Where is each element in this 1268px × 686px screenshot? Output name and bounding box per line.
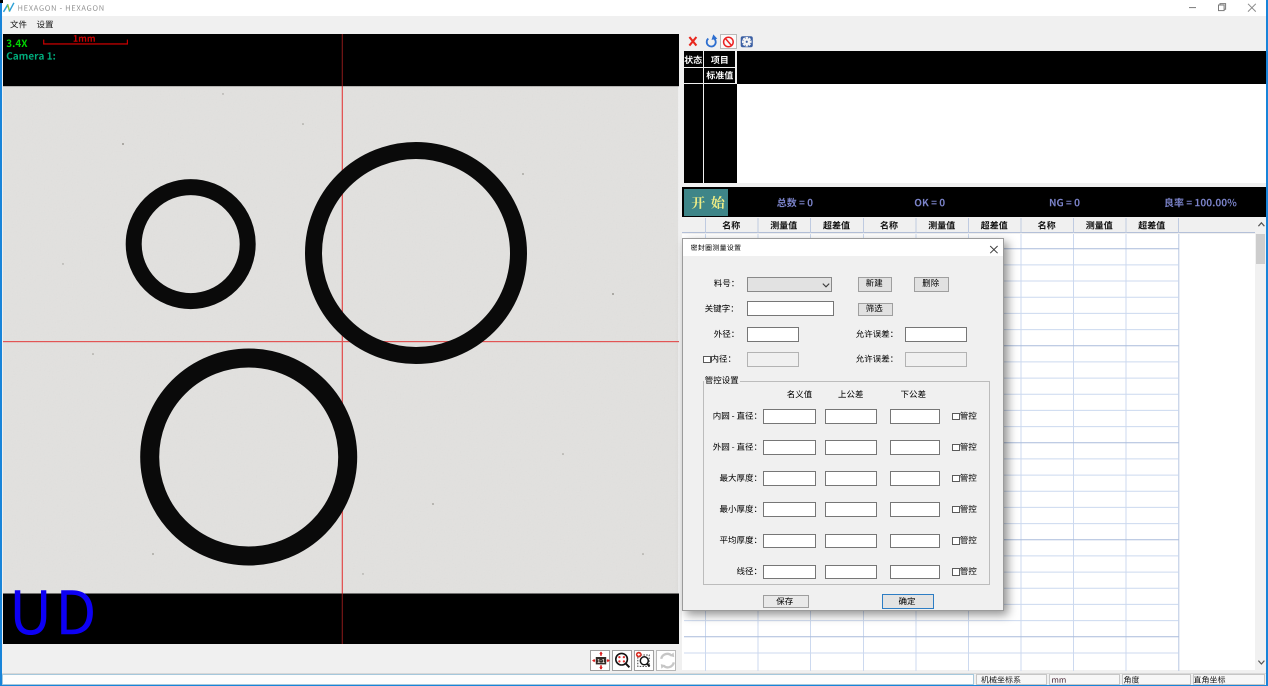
svg-text:1:1: 1:1 — [597, 658, 605, 664]
